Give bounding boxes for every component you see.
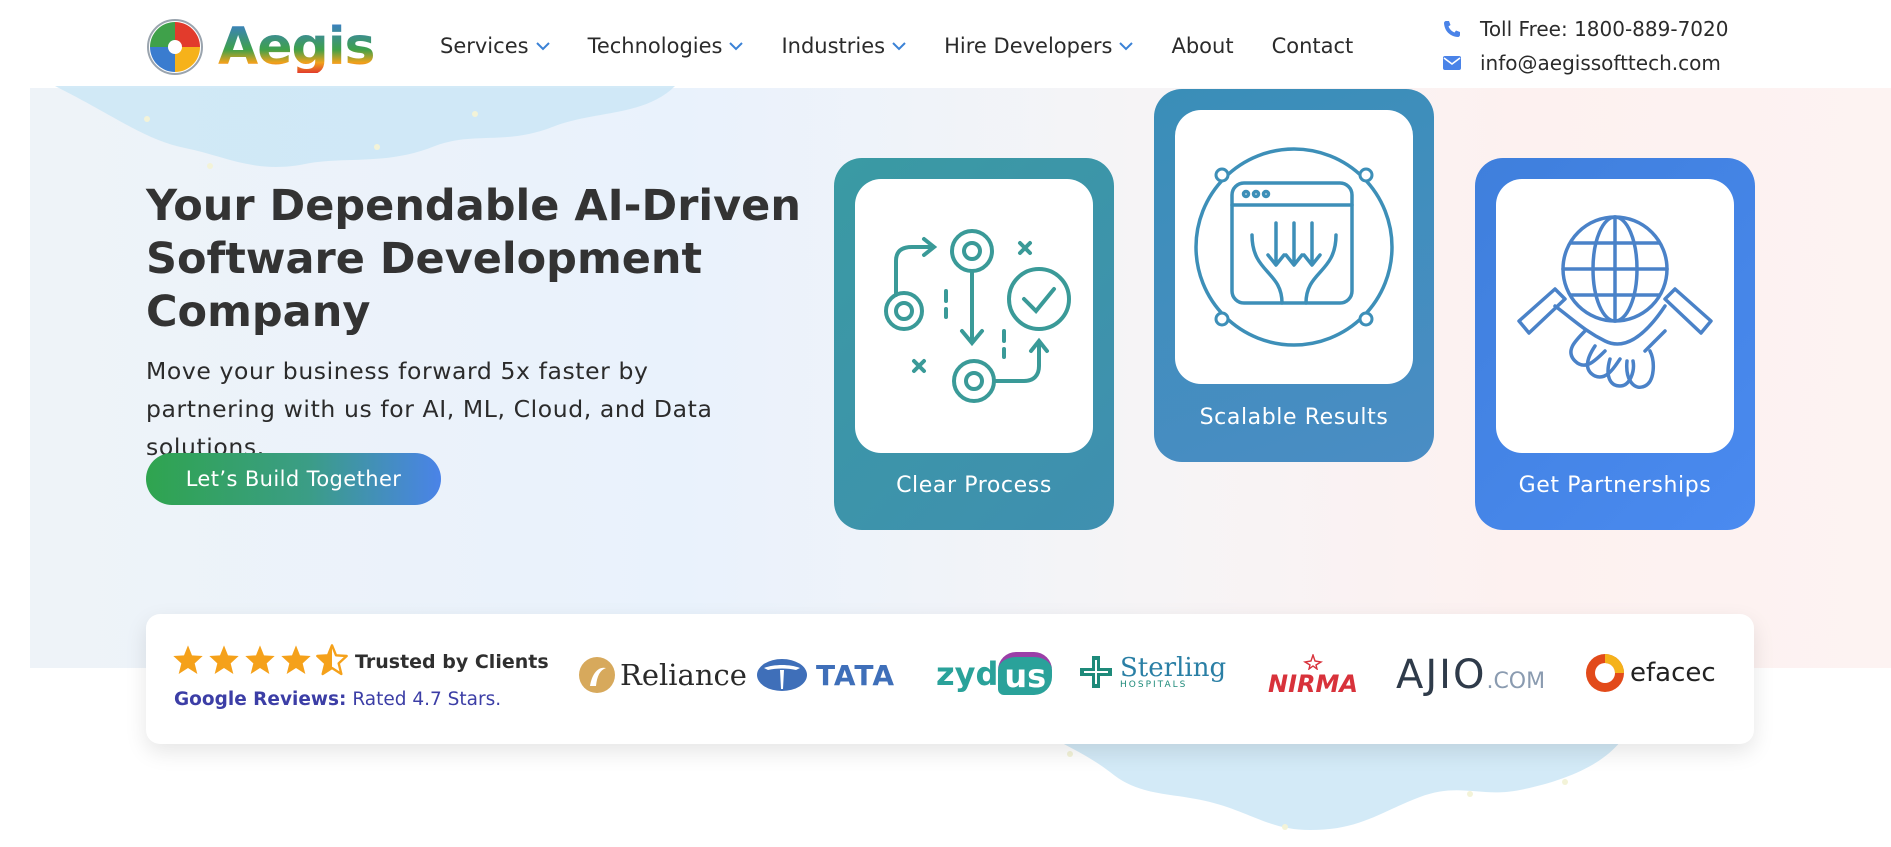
star-icon bbox=[209, 645, 239, 674]
nav-label: Contact bbox=[1271, 34, 1354, 58]
scalable-results-icon bbox=[1194, 147, 1394, 347]
client-logo-ajio: AJIO .COM bbox=[1396, 652, 1545, 698]
star-icon bbox=[281, 645, 311, 674]
half-star-icon bbox=[316, 644, 348, 676]
feature-label: Clear Process bbox=[896, 473, 1052, 498]
nav-industries[interactable]: Industries bbox=[781, 34, 906, 58]
trust-bar: Trusted by Clients Google Reviews: Rated… bbox=[146, 614, 1754, 744]
decorative-wave-top bbox=[55, 86, 675, 169]
nav-label: About bbox=[1171, 34, 1234, 58]
client-name-part: AJIO bbox=[1396, 652, 1487, 698]
feature-card-scalable-results[interactable]: Scalable Results bbox=[1154, 89, 1434, 462]
nav-services[interactable]: Services bbox=[440, 34, 550, 58]
header-contact: Toll Free: 1800-889-7020 info@aegissoftt… bbox=[1442, 12, 1728, 80]
email-text: info@aegissofttech.com bbox=[1480, 51, 1721, 75]
phone-text: Toll Free: 1800-889-7020 bbox=[1480, 17, 1729, 41]
client-name-part: .COM bbox=[1486, 668, 1546, 694]
feature-icon-panel bbox=[1496, 179, 1734, 453]
feature-label: Get Partnerships bbox=[1518, 473, 1712, 498]
nav-technologies[interactable]: Technologies bbox=[588, 34, 744, 58]
brand-logo[interactable]: Aegis bbox=[146, 16, 376, 78]
phone-link[interactable]: Toll Free: 1800-889-7020 bbox=[1442, 12, 1728, 46]
feature-icon-panel bbox=[1175, 110, 1413, 384]
chevron-down-icon bbox=[892, 42, 906, 51]
nav-label: Technologies bbox=[587, 34, 723, 58]
client-logo-nirma: NIRMA bbox=[1268, 654, 1358, 698]
hero-subtitle: Move your business forward 5x faster by … bbox=[146, 357, 713, 461]
client-name: TATA bbox=[816, 658, 896, 692]
chevron-down-icon bbox=[729, 42, 744, 51]
client-name: efacec bbox=[1630, 658, 1716, 688]
partnership-handshake-icon bbox=[1517, 215, 1713, 389]
envelope-icon bbox=[1443, 56, 1461, 70]
client-name: NIRMA bbox=[1268, 670, 1358, 698]
feature-icon-panel bbox=[855, 179, 1093, 453]
chevron-down-icon bbox=[1119, 42, 1134, 51]
client-logo-reliance: Reliance bbox=[578, 656, 747, 694]
process-flow-icon bbox=[884, 229, 1071, 403]
client-logo-sterling-hospitals: Sterling HOSPITALS bbox=[1078, 654, 1226, 690]
brand-name: Aegis bbox=[218, 17, 376, 77]
client-name-part: us bbox=[998, 652, 1053, 695]
main-nav: Services Technologies Industries Hire De… bbox=[440, 34, 1391, 58]
hero-title: Your Dependable AI-Driven Software Devel… bbox=[146, 181, 801, 337]
client-logo-tata: TATA bbox=[756, 658, 895, 692]
feature-card-clear-process[interactable]: Clear Process bbox=[834, 158, 1114, 530]
star-icon bbox=[245, 645, 275, 674]
reviews-source: Google Reviews: bbox=[174, 689, 347, 710]
client-logo-efacec: efacec bbox=[1584, 652, 1716, 694]
phone-icon bbox=[1444, 21, 1460, 37]
trusted-by-clients-label: Trusted by Clients bbox=[355, 651, 549, 673]
star-icon bbox=[173, 645, 203, 674]
google-reviews-text[interactable]: Google Reviews: Rated 4.7 Stars. bbox=[174, 689, 501, 710]
sterling-cross-icon bbox=[1080, 656, 1112, 688]
nav-contact[interactable]: Contact bbox=[1272, 34, 1354, 58]
reviews-rating: Rated 4.7 Stars. bbox=[352, 689, 502, 710]
nav-label: Industries bbox=[781, 34, 886, 58]
nav-about[interactable]: About bbox=[1171, 34, 1233, 58]
client-name-part: zyd bbox=[936, 654, 999, 693]
nav-label: Hire Developers bbox=[944, 34, 1113, 58]
feature-label: Scalable Results bbox=[1199, 405, 1389, 430]
nav-label: Services bbox=[440, 34, 529, 58]
lets-build-together-button[interactable]: Let’s Build Together bbox=[146, 453, 441, 505]
email-link[interactable]: info@aegissofttech.com bbox=[1442, 46, 1728, 80]
client-name: Reliance bbox=[620, 658, 747, 692]
feature-card-get-partnerships[interactable]: Get Partnerships bbox=[1475, 158, 1755, 530]
rating-stars bbox=[172, 644, 348, 676]
chevron-down-icon bbox=[535, 42, 550, 51]
tata-mark-icon bbox=[757, 659, 807, 691]
decorative-wave-bottom bbox=[1060, 742, 1620, 830]
client-name: Sterling bbox=[1120, 652, 1227, 683]
nav-hire-developers[interactable]: Hire Developers bbox=[944, 34, 1134, 58]
efacec-mark-icon bbox=[1586, 654, 1624, 692]
client-logo-zydus: zyd us bbox=[936, 652, 1053, 695]
reliance-mark-icon bbox=[579, 657, 615, 693]
logo-mark-icon bbox=[147, 19, 203, 75]
nirma-girl-icon bbox=[1302, 654, 1323, 670]
